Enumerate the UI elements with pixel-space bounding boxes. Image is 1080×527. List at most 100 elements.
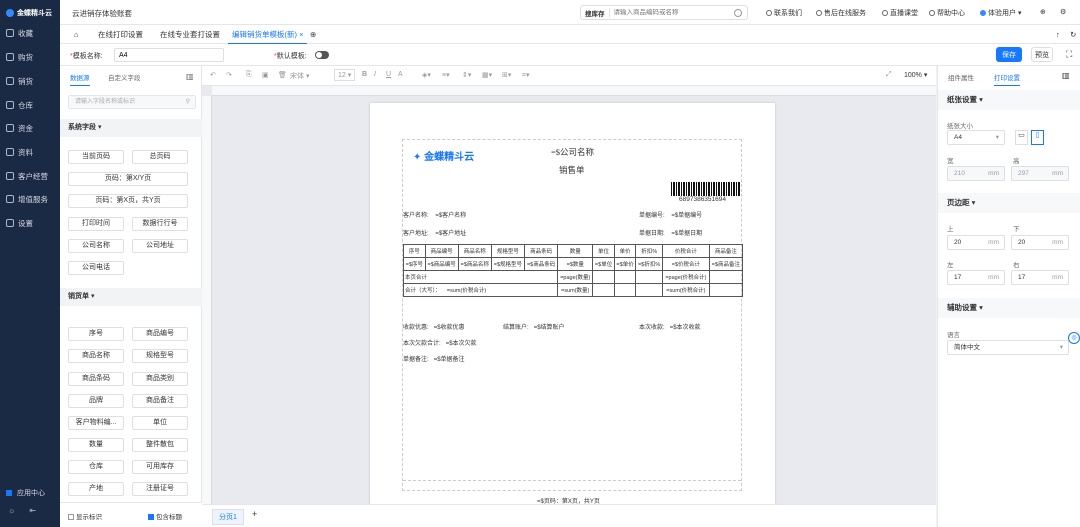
search-input[interactable] <box>609 9 734 16</box>
order-fields-section[interactable]: 销货单 ▾ <box>60 288 202 306</box>
customer-address-row[interactable]: 客户地址: =$客户地址 <box>403 228 466 237</box>
field-chip[interactable]: 数量 <box>68 438 124 452</box>
margin-top-input[interactable]: 20 mm <box>947 235 1005 250</box>
nav-item-value-added[interactable]: 增值服务 <box>0 189 60 209</box>
table-header[interactable]: 价税合计 <box>662 244 710 258</box>
table-header[interactable]: 折扣% <box>635 244 663 258</box>
print-area[interactable]: ✦ 金蝶精斗云 =$公司名称 销售单 6897386351694 客户名称: =… <box>402 139 744 504</box>
arrow-up-icon[interactable]: ↑ <box>1052 29 1064 44</box>
table-cell[interactable]: =sum(数量) <box>557 283 594 297</box>
nav-item-data[interactable]: 资料 <box>0 142 60 162</box>
field-chip[interactable]: 商品备注 <box>132 394 188 408</box>
align-icon[interactable]: ≡▾ <box>442 71 450 79</box>
field-chip[interactable]: 注册证号 <box>132 482 188 496</box>
show-id-checkbox[interactable]: 显示标识 <box>68 511 102 521</box>
bold-icon[interactable]: B <box>362 71 367 78</box>
margin-right-input[interactable]: 17 mm <box>1011 270 1069 285</box>
fit-icon[interactable]: ⤢ <box>886 71 892 79</box>
table-cell[interactable]: 合计（大写）： =sum(价税合计) <box>402 283 559 297</box>
portrait-icon[interactable]: ▯ <box>1031 130 1044 145</box>
tab-component-props[interactable]: 组件属性 <box>948 72 974 82</box>
add-sheet-icon[interactable]: + <box>252 509 257 519</box>
border-icon[interactable]: ▦▾ <box>482 71 492 79</box>
search-icon[interactable]: ⚲ <box>186 96 190 108</box>
field-chip[interactable]: 单位 <box>132 416 188 430</box>
tab-custom-fields[interactable]: 自定义字段 <box>108 72 141 82</box>
global-search[interactable]: 搜库存 <box>580 5 748 20</box>
field-chip[interactable]: 公司电话 <box>68 261 124 275</box>
field-chip[interactable]: 页码：第X页，共Y页 <box>68 194 188 208</box>
table-cell[interactable] <box>635 270 663 284</box>
table-cell[interactable]: =page(数量) <box>557 270 594 284</box>
gear-icon[interactable]: ⚙ <box>1060 8 1066 16</box>
system-fields-section[interactable]: 系统字段 ▾ <box>60 119 202 137</box>
default-template-toggle[interactable] <box>315 51 329 59</box>
live-class-link[interactable]: 直播课堂 <box>882 8 918 18</box>
table-cell[interactable]: =$规格型号 <box>490 257 526 271</box>
table-header[interactable]: 单价 <box>613 244 637 258</box>
panel-toggle-icon[interactable]: ▥ <box>1062 71 1070 80</box>
field-chip[interactable]: 商品名称 <box>68 349 124 363</box>
aux-section[interactable]: 辅助设置 ▾ <box>938 298 1080 318</box>
table-header[interactable]: 数量 <box>557 244 594 258</box>
app-center[interactable]: 应用中心 <box>6 488 45 498</box>
margin-section[interactable]: 页边距 ▾ <box>938 193 1080 213</box>
field-chip[interactable]: 数据行行号 <box>132 217 188 231</box>
nav-item-funds[interactable]: 资金 <box>0 118 60 138</box>
text-color-icon[interactable]: A <box>398 71 403 78</box>
include-title-checkbox[interactable]: 包含标题 <box>148 511 182 521</box>
help-link[interactable]: 帮助中心 <box>929 8 965 18</box>
table-cell[interactable]: =$序号 <box>403 257 426 271</box>
order-date-row[interactable]: 单据日期: =$单据日期 <box>639 228 702 237</box>
table-cell[interactable]: =$折扣% <box>635 257 663 271</box>
field-chip[interactable]: 产地 <box>68 482 124 496</box>
width-input[interactable]: 210 mm <box>947 166 1005 181</box>
brand-logo[interactable]: 金蝶精斗云 <box>6 8 52 18</box>
paste-icon[interactable]: ▣ <box>262 71 269 79</box>
nav-item-warehouse[interactable]: 仓库 <box>0 95 60 115</box>
table-header[interactable]: 商品名称 <box>457 244 492 258</box>
table-header[interactable]: 单位 <box>592 244 615 258</box>
field-chip[interactable]: 序号 <box>68 327 124 341</box>
tab-print-settings[interactable]: 打印设置 <box>994 72 1020 86</box>
table-cell[interactable]: =$单位 <box>592 257 615 271</box>
font-select[interactable]: 宋体 ▾ <box>290 71 309 81</box>
user-menu[interactable]: 体验用户 ▾ <box>980 8 1022 18</box>
field-chip[interactable]: 商品编号 <box>132 327 188 341</box>
nav-item-sales[interactable]: 销货 <box>0 71 60 91</box>
company-name-field[interactable]: =$公司名称 <box>551 146 594 158</box>
margin-left-input[interactable]: 17 mm <box>947 270 1005 285</box>
field-chip[interactable]: 总页码 <box>132 150 188 164</box>
table-header[interactable]: 商品备注 <box>708 244 744 258</box>
underline-icon[interactable]: U <box>386 71 391 78</box>
template-name-input[interactable] <box>114 48 224 62</box>
tab-pro-print[interactable]: 在线专业套打设置 <box>156 29 224 44</box>
home-icon[interactable]: ⌂ <box>70 29 83 44</box>
editor-canvas[interactable]: ✦ 金蝶精斗云 =$公司名称 销售单 6897386351694 客户名称: =… <box>202 86 936 504</box>
field-chip[interactable]: 商品类别 <box>132 372 188 386</box>
valign-icon[interactable]: ⇕▾ <box>462 71 471 79</box>
tab-online-print[interactable]: 在线打印设置 <box>94 29 147 44</box>
field-chip[interactable]: 当前页码 <box>68 150 124 164</box>
add-icon[interactable]: ⊕ <box>1040 8 1046 16</box>
copy-icon[interactable]: ⎘ <box>246 71 252 79</box>
table-cell[interactable] <box>635 283 663 297</box>
table-cell[interactable] <box>592 270 615 284</box>
format-icon[interactable]: ⌗▾ <box>522 71 529 80</box>
table-header[interactable]: 序号 <box>403 244 426 258</box>
company-logo[interactable]: ✦ 金蝶精斗云 <box>413 148 474 163</box>
field-chip[interactable]: 品牌 <box>68 394 124 408</box>
table-cell[interactable]: =$商品名称 <box>457 257 492 271</box>
field-chip[interactable]: 客户物料编... <box>68 416 124 430</box>
field-chip[interactable]: 页码：第X/Y页 <box>68 172 188 186</box>
nav-item-settings[interactable]: 设置 <box>0 213 60 233</box>
table-cell[interactable] <box>708 283 744 297</box>
table-cell[interactable]: =page(价税合计) <box>662 270 710 284</box>
paper-section[interactable]: 纸张设置 ▾ <box>938 90 1080 110</box>
table-cell[interactable]: =$单价 <box>613 257 637 271</box>
undo-icon[interactable]: ↶ <box>210 71 216 79</box>
field-search-input[interactable]: 请输入字段名称或标识 ⚲ <box>68 95 196 109</box>
field-chip[interactable]: 可用库存 <box>132 460 188 474</box>
paper-sheet[interactable]: ✦ 金蝶精斗云 =$公司名称 销售单 6897386351694 客户名称: =… <box>370 103 775 504</box>
table-cell[interactable] <box>613 270 637 284</box>
